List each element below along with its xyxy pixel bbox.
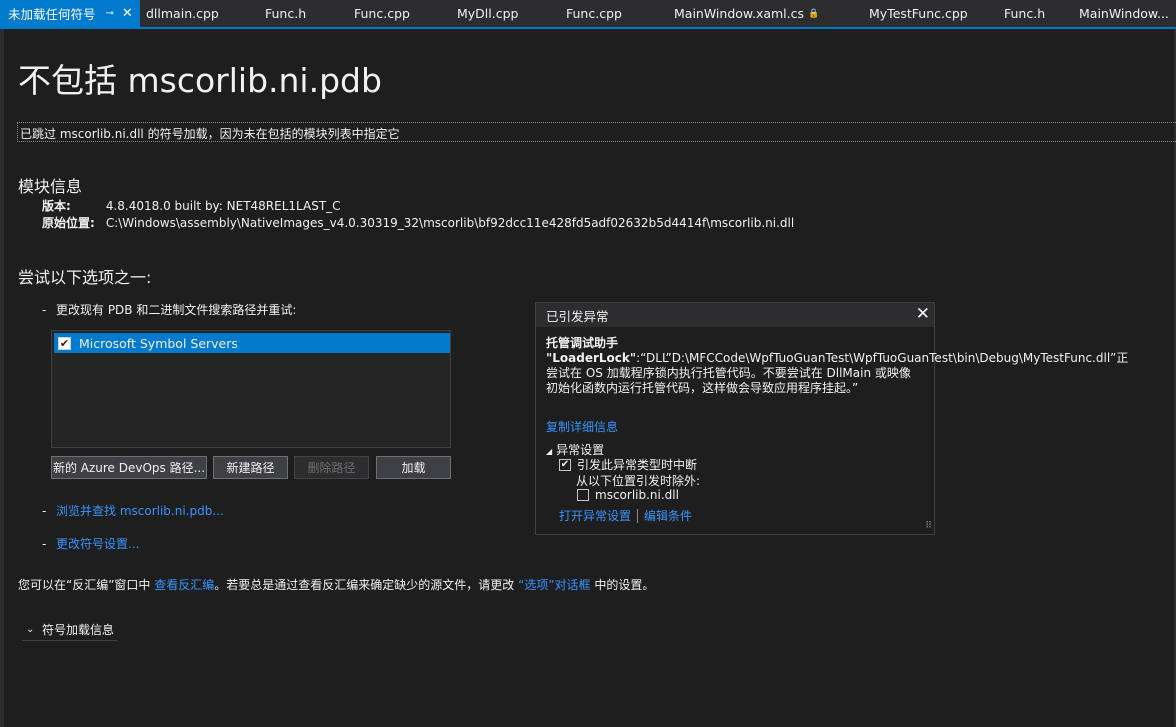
list-item-label: Microsoft Symbol Servers — [79, 335, 238, 351]
tab-func-h-2[interactable]: Func.h — [982, 0, 1071, 27]
exception-popup-header: 已引发异常 ✕ — [536, 303, 934, 327]
expander-label: 符号加载信息 — [42, 623, 115, 637]
option-browse: - 浏览并查找 mscorlib.ni.pdb... — [42, 502, 224, 519]
open-exception-settings-link[interactable]: 打开异常设置 — [559, 507, 631, 524]
change-symbol-settings-link[interactable]: 更改符号设置... — [56, 537, 139, 551]
tab-func-h[interactable]: Func.h — [240, 0, 329, 27]
bullet-dash: - — [42, 303, 47, 317]
except-from-label: 从以下位置引发时除外: — [576, 474, 701, 488]
edit-conditions-link[interactable]: 编辑条件 — [644, 507, 692, 524]
module-info-heading: 模块信息 — [18, 177, 83, 196]
exception-settings-header: 异常设置 — [556, 443, 605, 457]
option-change-paths: - 更改现有 PDB 和二进制文件搜索路径并重试: — [42, 301, 296, 318]
hint-text-mid: 。若要总是通过查看反汇编来确定缺少的源文件，请更改 — [214, 578, 515, 592]
tab-mydll-cpp[interactable]: MyDll.cpp — [433, 0, 544, 27]
except-module-label: mscorlib.ni.dll — [595, 488, 679, 502]
page-title: 不包括 mscorlib.ni.pdb — [18, 61, 382, 100]
left-border — [0, 29, 4, 727]
options-dialog-link[interactable]: “选项”对话框 — [518, 578, 590, 592]
tab-mytestfunc-cpp[interactable]: MyTestFunc.cpp — [836, 0, 982, 27]
tab-label: Func.h — [1004, 6, 1046, 21]
exception-popup: 已引发异常 ✕ 托管调试助手 "LoaderLock":“DLL”D:\MFCC… — [535, 302, 1128, 535]
version-value: 4.8.4018.0 built by: NET48REL1LAST_C — [105, 199, 341, 213]
tab-label: MainWindow... — [1079, 6, 1169, 21]
tab-label: Func.cpp — [566, 6, 622, 21]
symbol-paths-list[interactable]: ✔ Microsoft Symbol Servers — [51, 330, 451, 448]
delete-path-button[interactable]: 删除路径 — [294, 456, 369, 479]
break-when-thrown-label: 引发此异常类型时中断 — [577, 458, 698, 472]
tab-label: dllmain.cpp — [146, 6, 219, 21]
new-path-button[interactable]: 新建路径 — [213, 456, 288, 479]
tab-label: MyDll.cpp — [457, 6, 519, 21]
tab-no-symbols-loaded[interactable]: 未加载任何符号 ⊸ ✕ — [0, 0, 140, 27]
except-module-row[interactable]: mscorlib.ni.dll — [577, 488, 679, 502]
close-icon[interactable]: ✕ — [122, 6, 133, 21]
chevron-down-icon: ⌄ — [26, 624, 35, 635]
checkbox-unchecked-icon[interactable] — [577, 489, 589, 501]
version-row: 版本: 4.8.4018.0 built by: NET48REL1LAST_C — [42, 197, 341, 214]
exception-message-bold: 托管调试助手 "LoaderLock" — [546, 336, 637, 365]
disassembly-hint: 您可以在“反汇编”窗口中 查看反汇编。若要总是通过查看反汇编来确定缺少的源文件，… — [18, 576, 654, 593]
bullet-dash: - — [42, 504, 47, 518]
document-tab-bar: 未加载任何符号 ⊸ ✕ dllmain.cpp Func.h Func.cpp … — [0, 0, 1176, 29]
bullet-dash: - — [42, 537, 47, 551]
location-label: 原始位置: — [42, 216, 95, 230]
tab-label: MyTestFunc.cpp — [869, 6, 968, 21]
tab-label: Func.h — [265, 6, 307, 21]
list-item[interactable]: ✔ Microsoft Symbol Servers — [54, 333, 450, 353]
new-azure-devops-path-button[interactable]: 新的 Azure DevOps 路径... — [51, 456, 207, 479]
exception-message: 托管调试助手 "LoaderLock":“DLL”D:\MFCCode\WpfT… — [546, 336, 1128, 396]
option-change-paths-text: 更改现有 PDB 和二进制文件搜索路径并重试: — [56, 303, 297, 317]
option-settings: - 更改符号设置... — [42, 535, 139, 552]
resize-grip-icon[interactable]: ⠿ — [925, 521, 932, 531]
copy-details-link[interactable]: 复制详细信息 — [546, 418, 618, 435]
checkbox-checked-icon[interactable]: ✔ — [559, 458, 571, 471]
link-separator — [637, 508, 639, 523]
try-options-heading: 尝试以下选项之一: — [18, 268, 152, 287]
location-value: C:\Windows\assembly\NativeImages_v4.0.30… — [105, 216, 795, 230]
tab-mainwindow-truncated[interactable]: MainWindow... — [1071, 0, 1176, 27]
load-button[interactable]: 加载 — [376, 456, 451, 479]
tab-func-cpp[interactable]: Func.cpp — [329, 0, 433, 27]
exception-title: 已引发异常 — [546, 308, 609, 324]
location-row: 原始位置: C:\Windows\assembly\NativeImages_v… — [42, 214, 794, 231]
tab-dllmain-cpp[interactable]: dllmain.cpp — [140, 0, 240, 27]
tab-label: 未加载任何符号 — [8, 7, 96, 22]
tab-label: MainWindow.xaml.cs — [674, 6, 805, 21]
exception-links: 打开异常设置 编辑条件 — [559, 507, 692, 524]
collapse-arrow-icon: ◢ — [546, 447, 553, 456]
pin-icon[interactable]: ⊸ — [106, 8, 114, 19]
tab-func-cpp-2[interactable]: Func.cpp — [544, 0, 648, 27]
hint-text-pre: 您可以在“反汇编”窗口中 — [18, 578, 151, 592]
lock-icon: 🔒 — [808, 8, 820, 19]
info-bar: 已跳过 mscorlib.ni.dll 的符号加载，因为未在包括的模块列表中指定… — [17, 122, 1176, 142]
checkbox-checked-icon[interactable]: ✔ — [58, 336, 71, 350]
browse-pdb-link[interactable]: 浏览并查找 mscorlib.ni.pdb... — [56, 504, 224, 518]
close-icon[interactable]: ✕ — [916, 304, 930, 324]
tab-mainwindow-xaml-cs[interactable]: MainWindow.xaml.cs 🔒 — [648, 0, 836, 27]
version-label: 版本: — [42, 199, 71, 213]
break-when-thrown-row[interactable]: ✔ 引发此异常类型时中断 — [559, 456, 697, 473]
view-disassembly-link[interactable]: 查看反汇编 — [154, 578, 214, 592]
tab-label: Func.cpp — [354, 6, 410, 21]
hint-text-post: 中的设置。 — [594, 578, 655, 592]
symbol-load-info-expander[interactable]: ⌄ 符号加载信息 — [22, 619, 117, 641]
